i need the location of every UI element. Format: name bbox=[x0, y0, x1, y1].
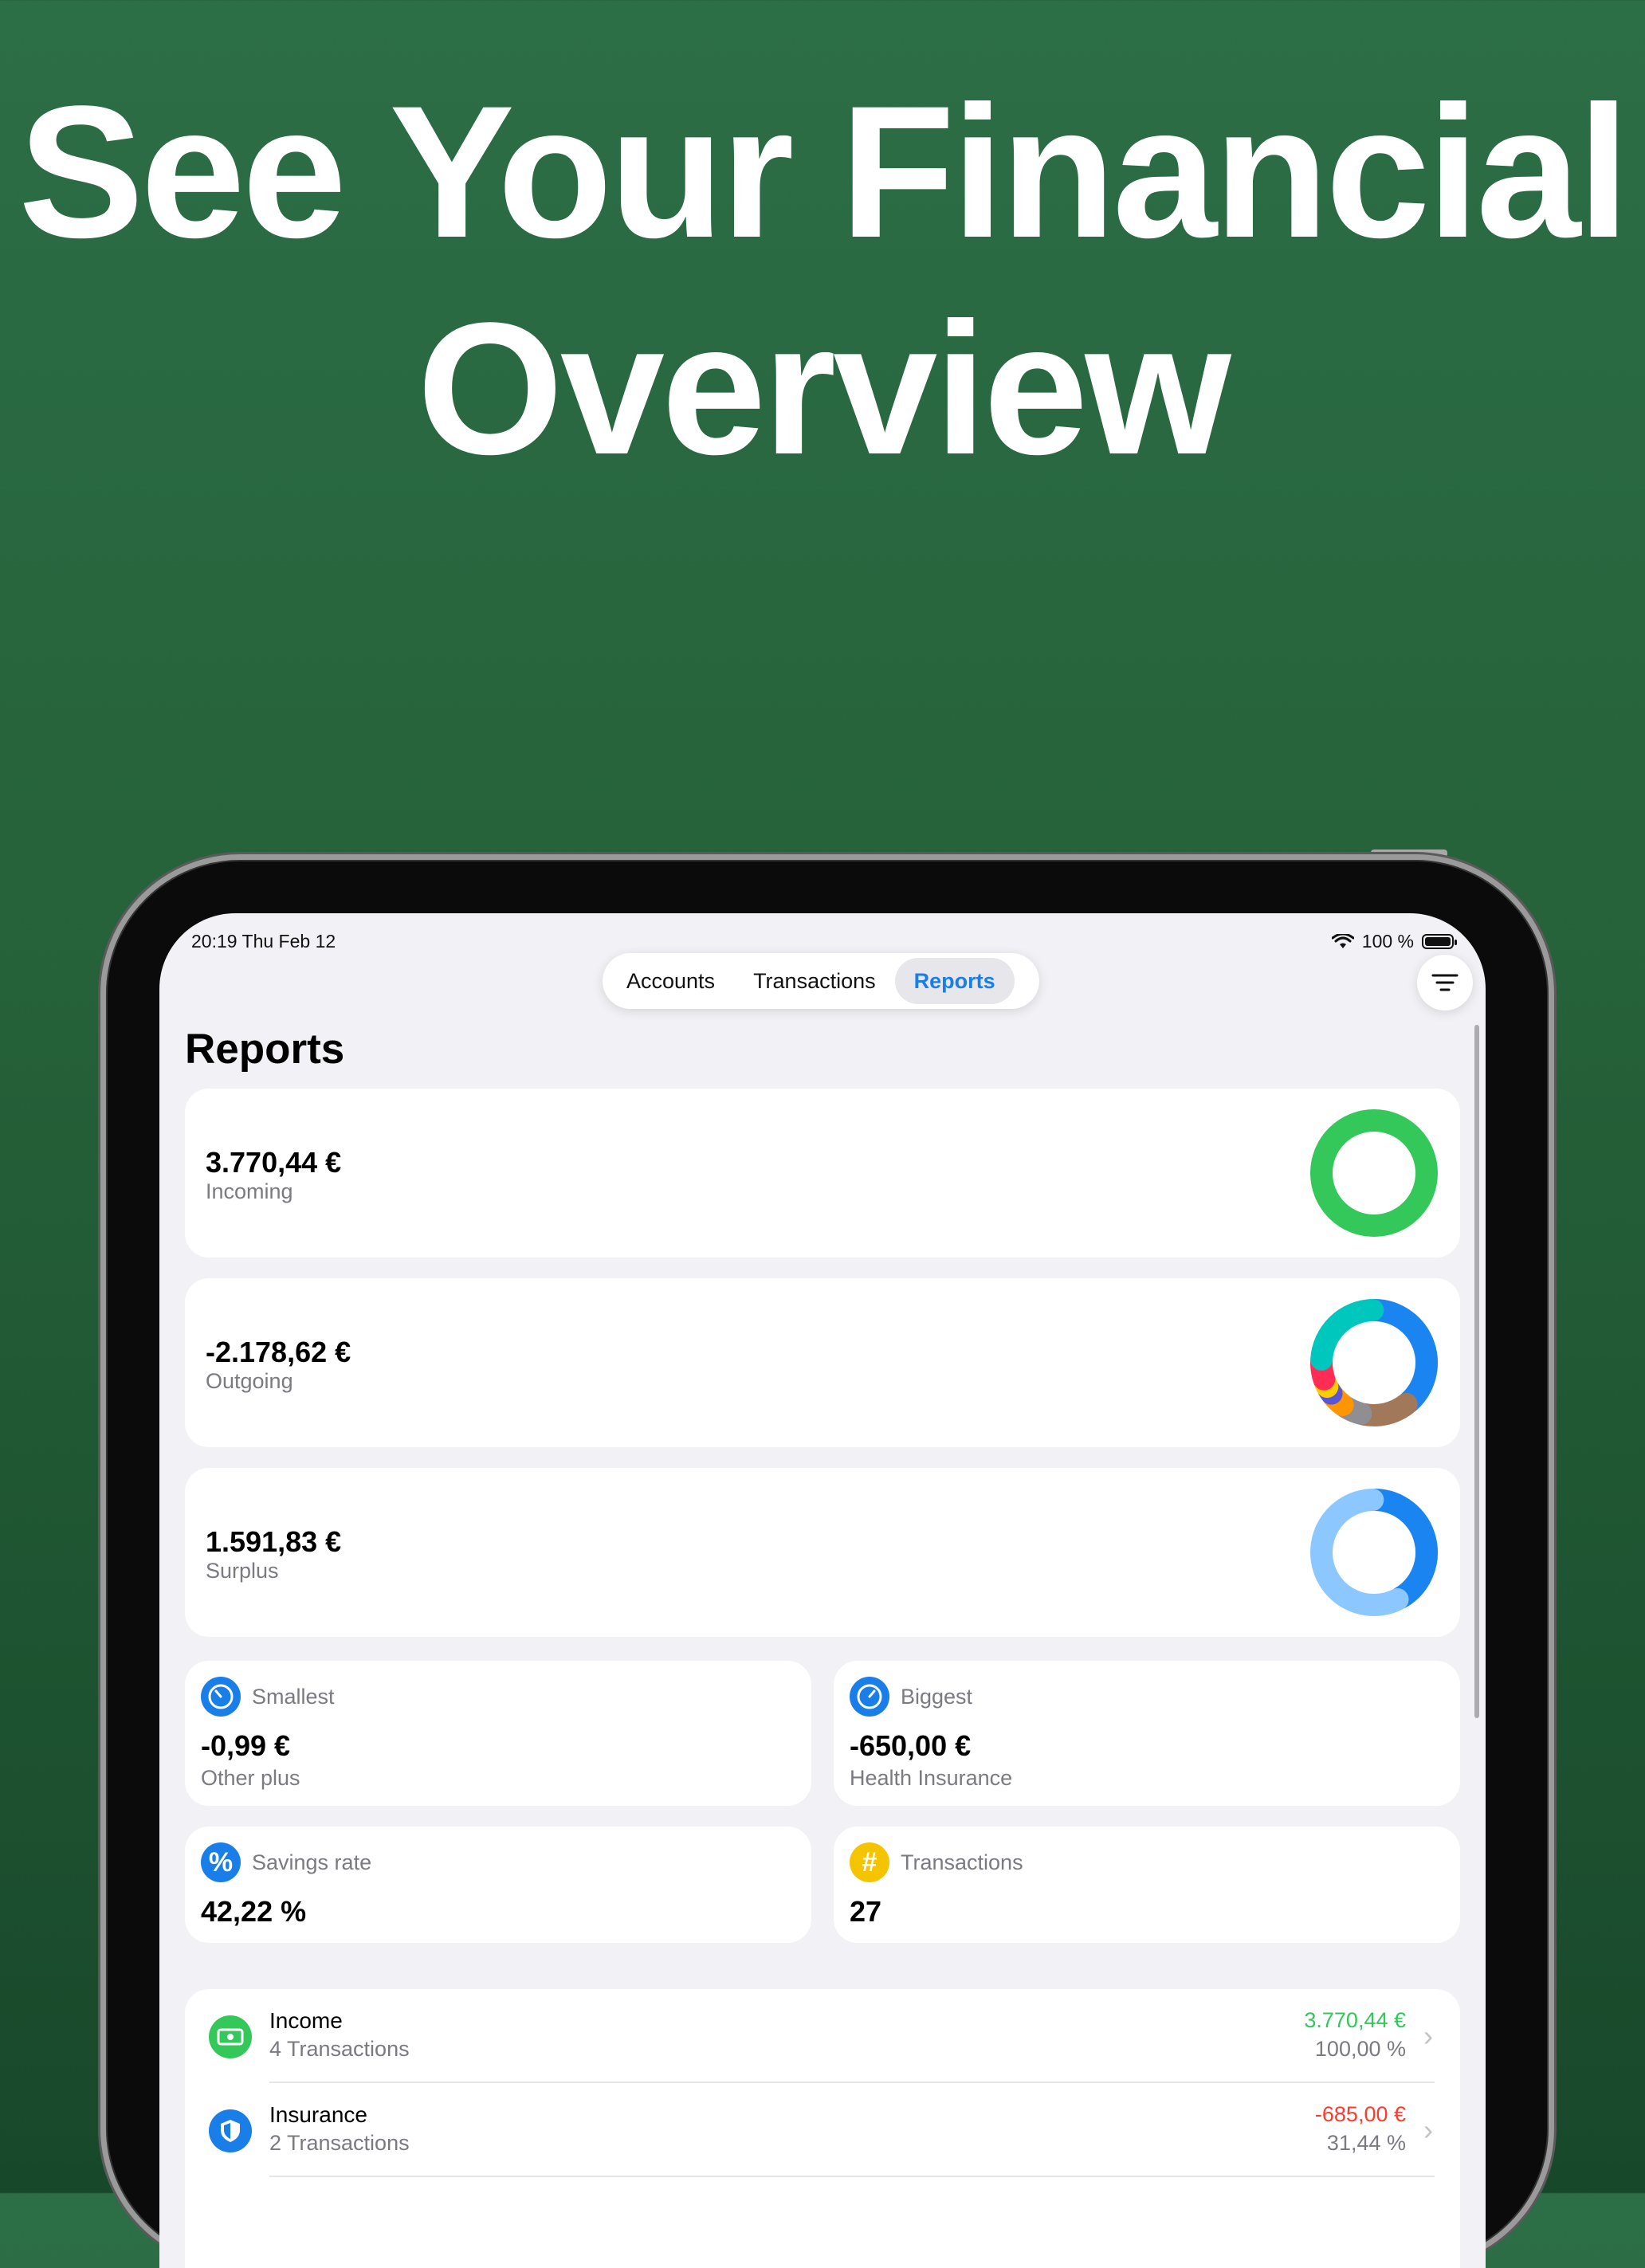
surplus-label: Surplus bbox=[206, 1559, 279, 1583]
tab-transactions[interactable]: Transactions bbox=[734, 958, 895, 1004]
smallest-value: -0,99 € bbox=[201, 1729, 291, 1762]
incoming-ring-chart bbox=[1310, 1109, 1438, 1237]
shield-icon bbox=[209, 2109, 252, 2152]
filter-icon bbox=[1431, 974, 1459, 991]
surplus-ring-chart bbox=[1310, 1489, 1438, 1616]
ring-segment-1 bbox=[1310, 1489, 1409, 1616]
surplus-amount: 1.591,83 € bbox=[206, 1525, 342, 1558]
biggest-caption: Biggest bbox=[901, 1685, 973, 1709]
transactions-value: 27 bbox=[850, 1895, 882, 1928]
list-item-name: Income bbox=[269, 2008, 343, 2033]
incoming-amount: 3.770,44 € bbox=[206, 1146, 342, 1179]
outgoing-card[interactable]: -2.178,62 € Outgoing bbox=[185, 1278, 1460, 1447]
surplus-card[interactable]: 1.591,83 € Surplus bbox=[185, 1468, 1460, 1637]
list-item-count: 4 Transactions bbox=[269, 2037, 410, 2061]
transactions-card[interactable]: # Transactions 27 bbox=[834, 1827, 1460, 1943]
status-time: 20:19 Thu Feb 12 bbox=[191, 931, 336, 952]
ring-segment-0 bbox=[1364, 1489, 1438, 1610]
divider bbox=[269, 2176, 1435, 2177]
tab-bar: Accounts Transactions Reports bbox=[603, 953, 1039, 1009]
list-item[interactable]: Insurance 2 Transactions -685,00 € 31,44… bbox=[185, 2083, 1460, 2177]
headline: See Your Financial Overview bbox=[0, 64, 1645, 497]
savings-caption: Savings rate bbox=[252, 1850, 372, 1874]
tab-reports[interactable]: Reports bbox=[894, 958, 1015, 1004]
list-item-amount: 3.770,44 € bbox=[1304, 2008, 1406, 2032]
list-item-percent: 100,00 % bbox=[1314, 2037, 1406, 2061]
outgoing-amount: -2.178,62 € bbox=[206, 1336, 351, 1368]
biggest-sub: Health Insurance bbox=[850, 1766, 1013, 1790]
savings-value: 42,22 % bbox=[201, 1895, 307, 1928]
biggest-value: -650,00 € bbox=[850, 1729, 972, 1762]
list-item-percent: 31,44 % bbox=[1326, 2131, 1406, 2155]
page-title: Reports bbox=[185, 1026, 345, 1073]
smallest-caption: Smallest bbox=[252, 1685, 335, 1709]
list-item[interactable]: Income 4 Transactions 3.770,44 € 100,00 … bbox=[185, 1989, 1460, 2083]
list-item-count: 2 Transactions bbox=[269, 2131, 410, 2155]
ring-segment-0 bbox=[1364, 1299, 1438, 1414]
battery-percent: 100 % bbox=[1361, 931, 1414, 952]
app-screen: 20:19 Thu Feb 12 100 % Accounts Transact… bbox=[159, 913, 1486, 2268]
status-bar: 20:19 Thu Feb 12 100 % bbox=[191, 924, 1457, 956]
biggest-card[interactable]: Biggest -650,00 € Health Insurance bbox=[834, 1661, 1460, 1806]
banknote-icon bbox=[209, 2015, 252, 2058]
battery-icon bbox=[1422, 934, 1457, 949]
tab-accounts[interactable]: Accounts bbox=[607, 958, 734, 1004]
outgoing-ring-chart bbox=[1310, 1299, 1438, 1426]
chevron-right-icon: › bbox=[1423, 2113, 1433, 2146]
smallest-sub: Other plus bbox=[201, 1766, 300, 1790]
ring-segment-0 bbox=[1310, 1109, 1438, 1237]
category-list: Income 4 Transactions 3.770,44 € 100,00 … bbox=[185, 1989, 1460, 2268]
transactions-caption: Transactions bbox=[901, 1850, 1023, 1874]
filter-button[interactable] bbox=[1417, 955, 1473, 1010]
list-item-name: Insurance bbox=[269, 2102, 367, 2127]
smallest-card[interactable]: Smallest -0,99 € Other plus bbox=[185, 1661, 811, 1806]
outgoing-label: Outgoing bbox=[206, 1369, 293, 1393]
headline-line-2: Overview bbox=[417, 284, 1231, 494]
scrollbar[interactable] bbox=[1474, 1025, 1479, 1718]
percent-icon: % bbox=[201, 1842, 241, 1882]
headline-line-1: See Your Financial bbox=[18, 67, 1630, 277]
ring-segment-7 bbox=[1310, 1299, 1384, 1371]
savings-rate-card[interactable]: % Savings rate 42,22 % bbox=[185, 1827, 811, 1943]
list-item-amount: -685,00 € bbox=[1314, 2102, 1406, 2126]
incoming-label: Incoming bbox=[206, 1179, 293, 1203]
incoming-card[interactable]: 3.770,44 € Incoming bbox=[185, 1089, 1460, 1258]
gauge-icon bbox=[201, 1677, 241, 1717]
chevron-right-icon: › bbox=[1423, 2019, 1433, 2052]
wifi-icon bbox=[1331, 933, 1354, 948]
hash-icon: # bbox=[850, 1842, 889, 1882]
gauge-icon bbox=[850, 1677, 889, 1717]
